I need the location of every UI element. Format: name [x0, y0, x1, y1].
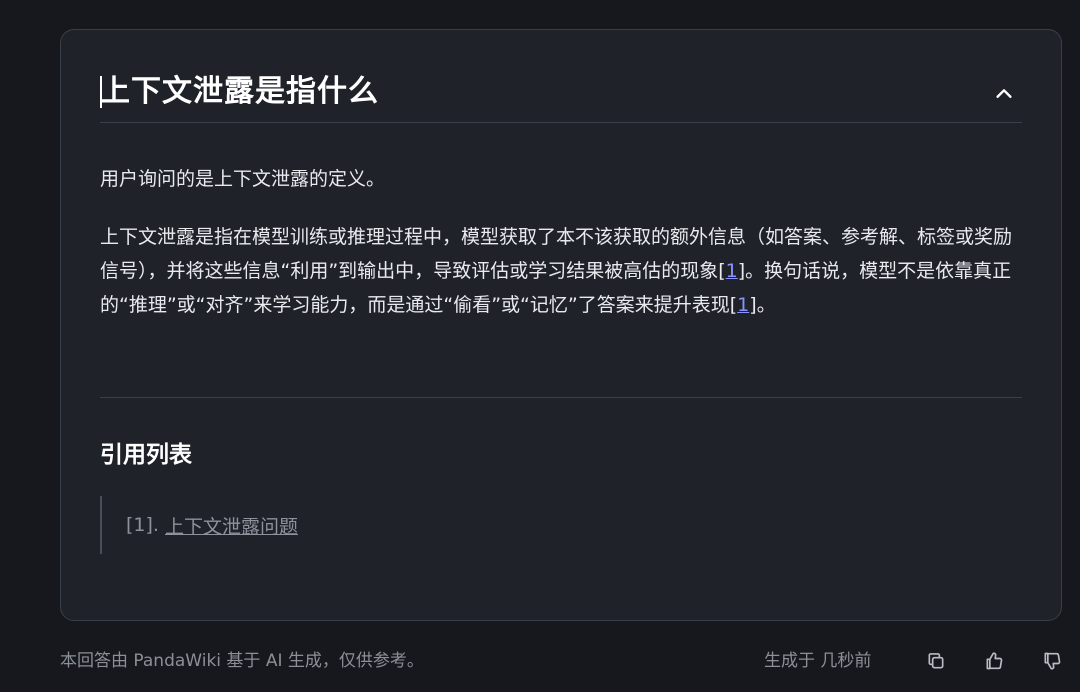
answer-title: 上下文泄露是指什么: [100, 74, 379, 109]
references-heading: 引用列表: [100, 442, 192, 468]
answer-header[interactable]: 上下文泄露是指什么: [100, 68, 1022, 123]
citation-link[interactable]: 1: [726, 260, 738, 282]
reference-index: [1].: [126, 514, 159, 536]
dislike-button[interactable]: [1039, 648, 1065, 674]
answer-body: 用户询问的是上下文泄露的定义。 上下文泄露是指在模型训练或推理过程中，模型获取了…: [100, 162, 1020, 322]
references-list: [1]. 上下文泄露问题: [100, 496, 500, 554]
chevron-up-icon: [996, 89, 1012, 98]
collapse-button[interactable]: [986, 76, 1022, 112]
generated-time: 生成于 几秒前: [764, 651, 872, 671]
ai-disclaimer: 本回答由 PandaWiki 基于 AI 生成，仅供参考。: [60, 651, 424, 671]
citation-link[interactable]: 1: [737, 294, 749, 316]
like-button[interactable]: [981, 648, 1007, 674]
thumbs-down-icon: [1044, 652, 1061, 670]
answer-card: 上下文泄露是指什么 用户询问的是上下文泄露的定义。 上下文泄露是指在模型训练或推…: [60, 29, 1062, 621]
reference-link[interactable]: 上下文泄露问题: [165, 512, 298, 539]
answer-text: 。: [756, 294, 776, 316]
answer-paragraph: 用户询问的是上下文泄露的定义。: [100, 168, 386, 190]
thumbs-up-icon: [986, 652, 1003, 670]
divider: [100, 397, 1022, 398]
copy-button[interactable]: [923, 648, 949, 674]
copy-icon: [928, 653, 944, 669]
answer-paragraph: 上下文泄露是指在模型训练或推理过程中，模型获取了本不该获取的额外信息（如答案、参…: [100, 226, 1013, 316]
